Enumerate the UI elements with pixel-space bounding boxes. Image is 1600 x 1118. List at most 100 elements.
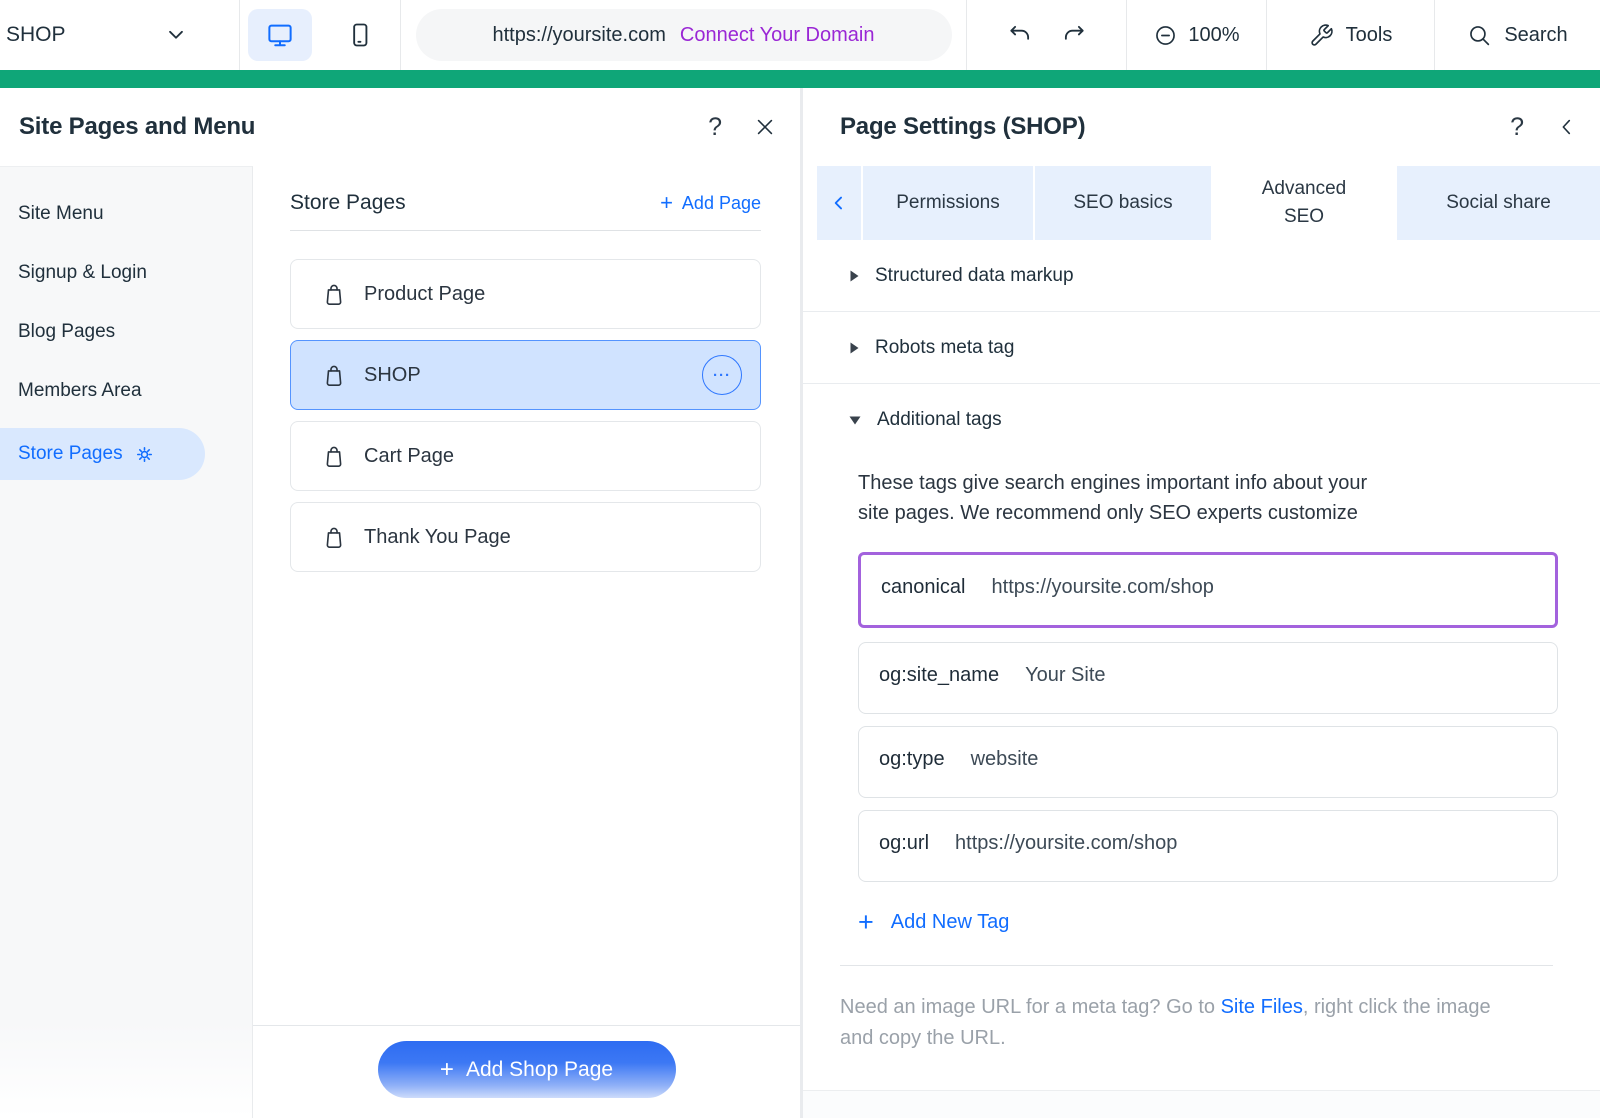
tag-name: og:url (879, 832, 929, 881)
tag-name: og:site_name (879, 664, 999, 713)
page-item-label: Thank You Page (364, 526, 511, 549)
tag-field-og-url[interactable]: og:url https://yoursite.com/shop (858, 810, 1558, 882)
tag-field-og-type[interactable]: og:type website (858, 726, 1558, 798)
tag-value: https://yoursite.com/shop (992, 576, 1214, 625)
additional-tags-description: These tags give search engines important… (858, 468, 1600, 528)
desktop-view-button[interactable] (248, 9, 312, 61)
sidebar-item-members-area[interactable]: Members Area (0, 369, 252, 413)
tag-value: Your Site (1025, 664, 1105, 713)
page-options-button[interactable]: ··· (702, 355, 742, 395)
plus-icon: + (858, 909, 874, 936)
site-pages-panel: Site Pages and Menu ? Site Menu Signup &… (0, 88, 800, 1118)
tag-field-og-site-name[interactable]: og:site_name Your Site (858, 642, 1558, 714)
tab-label: Advanced SEO (1254, 175, 1354, 230)
device-toggle (240, 0, 401, 70)
footer-divider (840, 965, 1553, 966)
tabs-scroll-left-button[interactable] (817, 166, 863, 240)
advanced-seo-content: Structured data markup Robots meta tag A… (803, 240, 1600, 1054)
shopping-bag-icon (321, 524, 347, 550)
settings-tab-bar: Permissions SEO basics Advanced SEO Soci… (817, 166, 1600, 240)
search-label: Search (1504, 24, 1567, 47)
tools-button[interactable]: Tools (1267, 0, 1435, 70)
tools-label: Tools (1346, 24, 1393, 47)
page-item-thank-you-page[interactable]: Thank You Page (290, 502, 761, 572)
page-item-cart-page[interactable]: Cart Page (290, 421, 761, 491)
meta-tag-help-text: Need an image URL for a meta tag? Go to … (840, 992, 1500, 1054)
collapse-panel-icon[interactable] (1556, 116, 1578, 138)
history-controls (967, 0, 1127, 70)
connect-domain-link[interactable]: Connect Your Domain (680, 24, 875, 47)
page-selector-dropdown[interactable]: SHOP (0, 0, 240, 70)
zoom-control[interactable]: 100% (1127, 0, 1267, 70)
site-files-link[interactable]: Site Files (1221, 996, 1303, 1018)
sidebar-item-store-pages[interactable]: Store Pages (0, 428, 205, 480)
sidebar-item-blog-pages[interactable]: Blog Pages (0, 310, 252, 354)
tag-field-canonical[interactable]: canonical https://yoursite.com/shop (858, 552, 1558, 628)
right-panel-title: Page Settings (SHOP) (840, 113, 1085, 141)
add-new-tag-button[interactable]: + Add New Tag (858, 909, 1009, 936)
url-bar-section: https://yoursite.com Connect Your Domain (401, 0, 967, 70)
store-pages-divider (290, 230, 761, 231)
panel-bottom-edge (803, 1090, 1600, 1118)
site-url-bar[interactable]: https://yoursite.com Connect Your Domain (416, 9, 952, 61)
shopping-bag-icon (321, 362, 347, 388)
close-icon[interactable] (754, 116, 776, 138)
site-url: https://yoursite.com (493, 24, 666, 47)
shopping-bag-icon (321, 281, 347, 307)
undo-button[interactable] (1007, 22, 1033, 48)
add-new-tag-label: Add New Tag (891, 911, 1010, 934)
page-item-label: Product Page (364, 283, 485, 306)
add-shop-page-label: Add Shop Page (466, 1058, 613, 1082)
tab-permissions[interactable]: Permissions (863, 166, 1035, 240)
tag-name: og:type (879, 748, 945, 797)
accordion-label: Structured data markup (875, 265, 1074, 287)
page-settings-panel: Page Settings (SHOP) ? Permissions SEO b… (800, 88, 1600, 1118)
left-panel-header: Site Pages and Menu ? (0, 88, 800, 166)
tab-social-share[interactable]: Social share (1397, 166, 1600, 240)
add-page-link[interactable]: + Add Page (660, 192, 761, 214)
left-panel-title: Site Pages and Menu (19, 113, 255, 141)
tag-value: website (971, 748, 1039, 797)
plus-icon: + (660, 192, 673, 214)
gear-icon[interactable] (134, 444, 155, 465)
help-icon[interactable]: ? (708, 113, 722, 142)
accordion-label: Robots meta tag (875, 337, 1014, 359)
tab-seo-basics[interactable]: SEO basics (1035, 166, 1213, 240)
tab-advanced-seo[interactable]: Advanced SEO (1213, 166, 1397, 240)
footer-text: Need an image URL for a meta tag? Go to (840, 996, 1221, 1018)
add-page-label: Add Page (682, 193, 761, 214)
page-item-label: SHOP (364, 364, 421, 387)
editor-accent-bar (0, 70, 1600, 88)
sidebar-item-signup-login[interactable]: Signup & Login (0, 251, 252, 295)
triangle-right-icon (848, 269, 860, 283)
help-icon[interactable]: ? (1510, 113, 1524, 142)
page-selector-label: SHOP (6, 23, 66, 47)
tag-value: https://yoursite.com/shop (955, 832, 1177, 881)
sidebar-item-site-menu[interactable]: Site Menu (0, 192, 252, 236)
sidebar-item-label: Signup & Login (18, 262, 147, 284)
description-line: These tags give search engines important… (858, 468, 1600, 498)
store-pages-list: Product Page SHOP ··· Cart Page (290, 259, 761, 572)
search-icon (1467, 23, 1492, 48)
zoom-out-icon (1153, 23, 1178, 48)
tab-label: SEO basics (1073, 189, 1172, 217)
page-item-product-page[interactable]: Product Page (290, 259, 761, 329)
search-button[interactable]: Search (1435, 0, 1600, 70)
page-item-label: Cart Page (364, 445, 454, 468)
pages-sidebar: Site Menu Signup & Login Blog Pages Memb… (0, 166, 253, 1118)
accordion-structured-data-markup[interactable]: Structured data markup (803, 240, 1600, 312)
page-item-shop[interactable]: SHOP ··· (290, 340, 761, 410)
sidebar-item-label: Site Menu (18, 203, 104, 225)
wrench-icon (1309, 23, 1334, 48)
redo-button[interactable] (1061, 22, 1087, 48)
add-shop-page-button[interactable]: + Add Shop Page (378, 1041, 676, 1098)
mobile-view-button[interactable] (328, 9, 392, 61)
accordion-additional-tags[interactable]: Additional tags (803, 384, 1600, 456)
plus-icon: + (440, 1058, 454, 1082)
shopping-bag-icon (321, 443, 347, 469)
accordion-robots-meta-tag[interactable]: Robots meta tag (803, 312, 1600, 384)
sidebar-item-label: Store Pages (18, 443, 123, 465)
chevron-down-icon (165, 24, 187, 46)
sidebar-item-label: Members Area (18, 380, 142, 402)
sidebar-item-label: Blog Pages (18, 321, 115, 343)
